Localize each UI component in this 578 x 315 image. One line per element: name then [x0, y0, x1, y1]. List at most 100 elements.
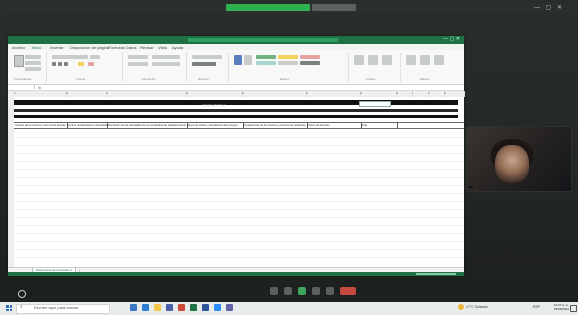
merge-center-button[interactable]	[152, 62, 180, 66]
ribbon: Portapapeles Fuente Alineación Número Es…	[8, 50, 464, 85]
delete-cells-button[interactable]	[368, 55, 378, 65]
edge-browser-icon[interactable]	[142, 304, 149, 311]
header-cell[interactable]: Nombre de la empresa o del Centro Escola…	[14, 123, 68, 128]
copy-button[interactable]	[25, 61, 41, 65]
gridline	[14, 209, 464, 210]
name-box[interactable]	[12, 85, 35, 89]
group-label: Celdas	[366, 77, 376, 81]
group-numero: Número	[188, 52, 229, 82]
font-size-select[interactable]	[90, 55, 100, 59]
task-view-icon[interactable]	[130, 304, 137, 311]
cut-button[interactable]	[25, 55, 41, 59]
group-label: Fuente	[76, 77, 86, 81]
paste-icon[interactable]	[14, 55, 24, 67]
participant-video-tile[interactable]	[466, 126, 572, 192]
windows-start-icon[interactable]	[6, 305, 12, 311]
sheet-heading: RESPUESTAS	[202, 104, 226, 108]
group-label: Portapapeles	[14, 77, 32, 81]
excel-title-bar: — ▢ ✕	[8, 36, 464, 44]
wrap-text-button[interactable]	[152, 55, 180, 59]
weather-text[interactable]: 17°C Soleado	[466, 305, 488, 309]
group-edicion: Edición	[402, 52, 460, 82]
font-color-button[interactable]	[88, 62, 94, 66]
participant-name-label	[469, 186, 473, 188]
underline-button[interactable]	[64, 62, 68, 66]
microphone-icon[interactable]	[18, 290, 26, 298]
chat-button[interactable]	[312, 287, 320, 295]
align-top-buttons[interactable]	[128, 55, 148, 59]
taskbar-clock[interactable]: 10:37 a. m. 29/09/2022	[554, 303, 569, 311]
number-format-select[interactable]	[192, 55, 222, 59]
reactions-button[interactable]	[298, 287, 306, 295]
gridline	[14, 145, 464, 146]
gridline	[14, 169, 464, 170]
meeting-window-controls[interactable]: — ▢ ✕	[534, 4, 564, 11]
gridline	[14, 257, 464, 258]
zoom-slider[interactable]	[416, 273, 456, 275]
header-cell[interactable]: Descripción de las actividades de los em…	[106, 123, 188, 128]
group-estilos: Estilos	[230, 52, 349, 82]
number-format-buttons[interactable]	[192, 62, 216, 66]
gridline	[14, 241, 464, 242]
format-as-table-button[interactable]	[244, 55, 252, 65]
gridline	[14, 193, 464, 194]
header-cell[interactable]: Competencias de la empresa y proyecto de…	[242, 123, 308, 128]
notification-icon[interactable]	[570, 305, 577, 312]
stop-sharing-button[interactable]	[312, 4, 356, 11]
share-screen-button[interactable]	[284, 287, 292, 295]
insert-cells-button[interactable]	[354, 55, 364, 65]
format-cells-button[interactable]	[382, 55, 392, 65]
word-icon[interactable]	[202, 304, 209, 311]
font-name-select[interactable]	[52, 55, 88, 59]
style-calc[interactable]	[256, 61, 276, 65]
status-bar	[8, 272, 464, 276]
group-alineacion: Alineación	[124, 52, 187, 82]
excel-window-controls[interactable]: — ▢ ✕	[443, 36, 460, 42]
style-bad[interactable]	[300, 55, 320, 59]
language-indicator[interactable]: ESP	[533, 305, 540, 309]
zoom-icon[interactable]	[214, 304, 221, 311]
gridline	[14, 137, 464, 138]
find-select-button[interactable]	[434, 55, 444, 65]
gridline	[14, 201, 464, 202]
align-left-buttons[interactable]	[128, 62, 148, 66]
end-call-button[interactable]	[340, 287, 356, 295]
worksheet-grid[interactable]: RESPUESTAS Nombre de la empresa o del Ce…	[14, 97, 464, 267]
conditional-format-button[interactable]	[234, 55, 242, 65]
style-explanatory[interactable]	[300, 61, 320, 65]
group-portapapeles: Portapapeles	[10, 52, 47, 82]
bold-button[interactable]	[52, 62, 56, 66]
style-check[interactable]	[278, 61, 298, 65]
chrome-icon[interactable]	[178, 304, 185, 311]
autosum-button[interactable]	[406, 55, 416, 65]
file-explorer-icon[interactable]	[154, 304, 161, 311]
teams-icon[interactable]	[226, 304, 233, 311]
date-cell[interactable]	[359, 101, 391, 107]
title-band: RESPUESTAS	[14, 100, 458, 108]
gridline	[14, 185, 464, 186]
group-label: Edición	[420, 77, 430, 81]
style-good[interactable]	[256, 55, 276, 59]
store-icon[interactable]	[166, 304, 173, 311]
excel-icon[interactable]	[190, 304, 197, 311]
gridline	[14, 249, 464, 250]
sort-filter-button[interactable]	[420, 55, 430, 65]
participants-button[interactable]	[326, 287, 334, 295]
header-cell[interactable]: Banco de ofertas y Estudiantes del proye…	[186, 123, 244, 128]
group-fuente: Fuente	[48, 52, 123, 82]
camera-button[interactable]	[270, 287, 278, 295]
gridline	[14, 177, 464, 178]
format-painter-button[interactable]	[25, 67, 41, 71]
header-cell[interactable]: Criterio de Atención	[306, 123, 362, 128]
fx-icon[interactable]: fx	[38, 85, 41, 90]
style-neutral[interactable]	[278, 55, 298, 59]
italic-button[interactable]	[58, 62, 62, 66]
excel-window: — ▢ ✕ Archivo Inicio Insertar Disposició…	[8, 36, 465, 276]
excel-title	[188, 38, 338, 42]
weather-icon[interactable]	[458, 304, 464, 310]
fill-color-button[interactable]	[78, 62, 84, 66]
header-cell[interactable]: Nombre del Estudiante o Estudiantes	[66, 123, 108, 128]
gridline	[14, 225, 464, 226]
sharing-indicator[interactable]	[226, 4, 310, 11]
header-cell[interactable]: Otras	[360, 123, 398, 128]
